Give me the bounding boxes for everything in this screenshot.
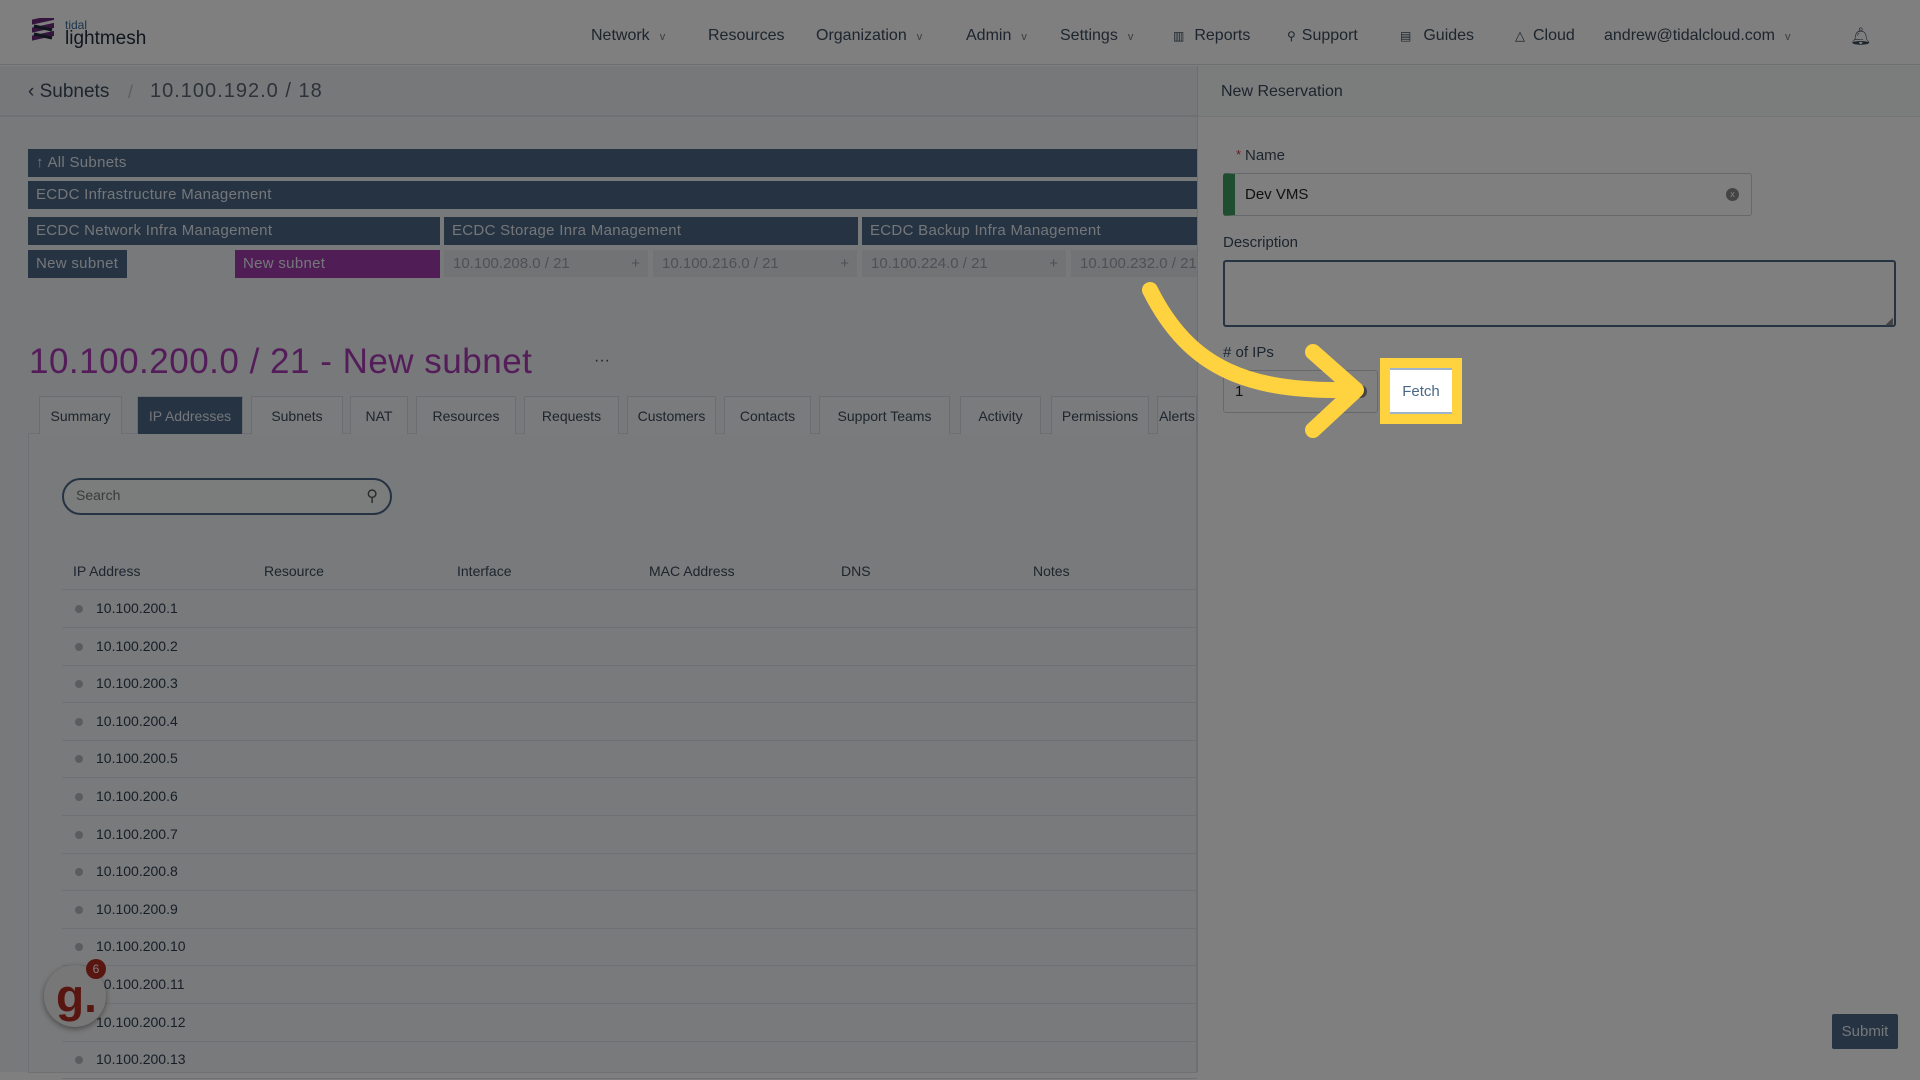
- highlight-arrow-icon: [1142, 282, 1364, 438]
- fetch-button[interactable]: Fetch: [1390, 368, 1452, 414]
- fetch-highlight: Fetch: [1380, 358, 1462, 424]
